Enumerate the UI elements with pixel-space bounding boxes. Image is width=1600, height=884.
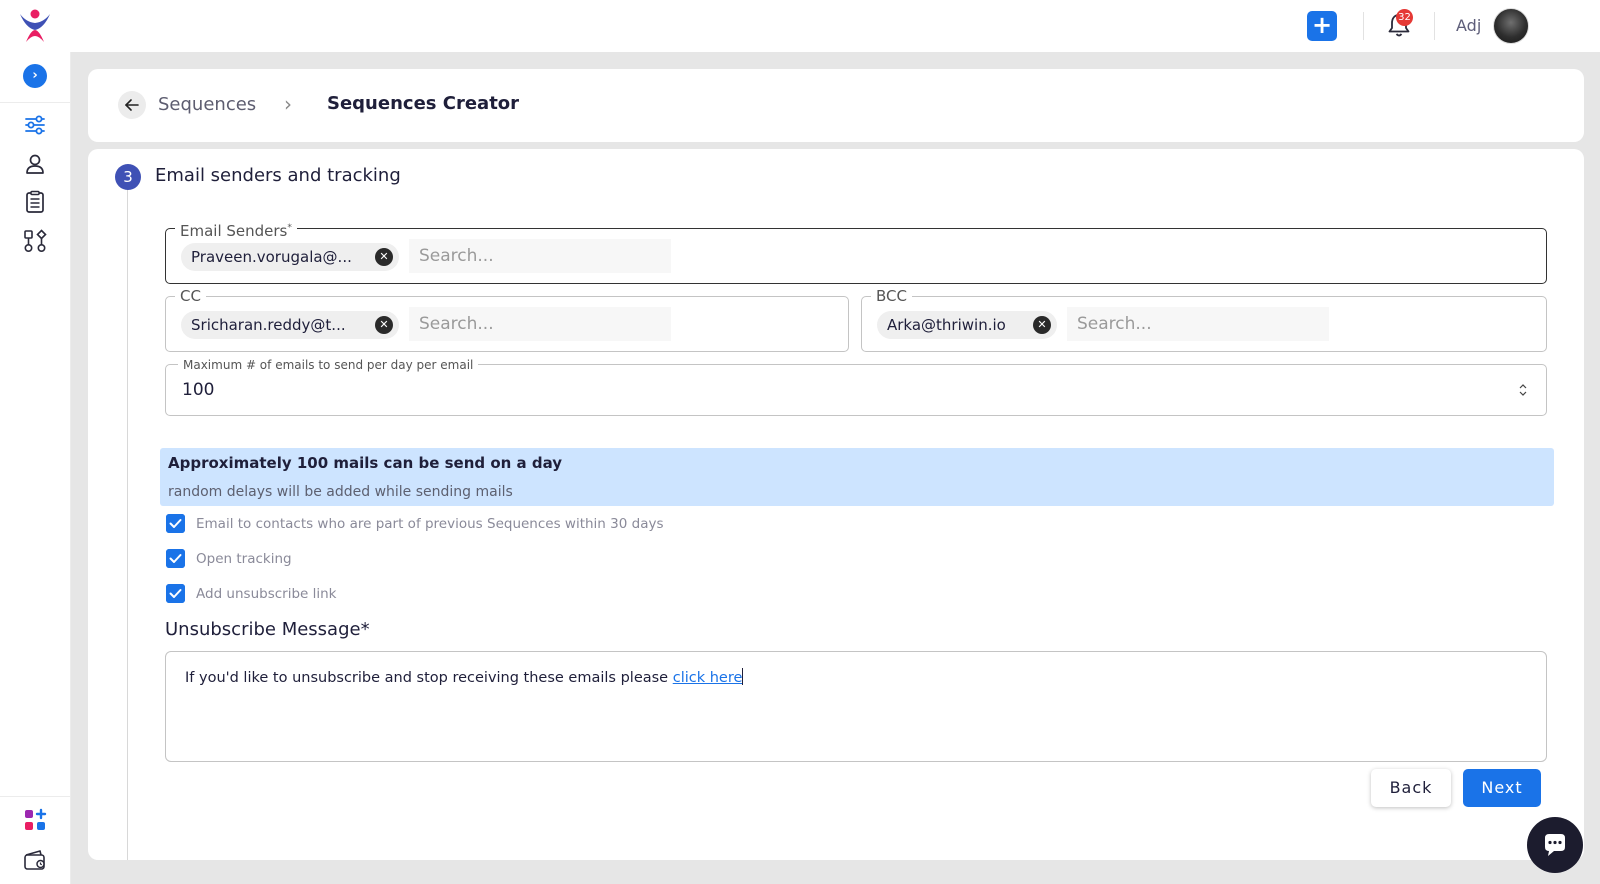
- chip-label: Praveen.vorugala@...: [191, 248, 352, 266]
- bcc-label: BCC: [871, 288, 912, 304]
- bcc-chip[interactable]: Arka@thriwin.io ✕: [877, 311, 1057, 339]
- unsubscribe-message-text: If you'd like to unsubscribe and stop re…: [185, 670, 673, 686]
- email-senders-search-input[interactable]: [409, 239, 671, 273]
- topbar-divider: [1363, 12, 1364, 40]
- sidebar: ›: [0, 52, 71, 884]
- daily-limit-info-box: Approximately 100 mails can be send on a…: [160, 448, 1554, 506]
- cc-field[interactable]: CC Sricharan.reddy@t... ✕: [165, 288, 849, 352]
- chat-widget-button[interactable]: [1527, 817, 1583, 873]
- sequence-form-card: 3 Email senders and tracking Email Sende…: [88, 149, 1584, 860]
- back-navigation-button[interactable]: [118, 91, 146, 119]
- remove-chip-icon[interactable]: ✕: [375, 316, 393, 334]
- step-title: Email senders and tracking: [155, 165, 401, 186]
- checkbox-checked-icon[interactable]: [166, 514, 185, 533]
- bcc-field[interactable]: BCC Arka@thriwin.io ✕: [861, 288, 1547, 352]
- checkbox-label: Add unsubscribe link: [196, 586, 337, 602]
- max-emails-input[interactable]: [182, 377, 1482, 403]
- topbar-divider: [1434, 12, 1435, 40]
- email-sender-chip[interactable]: Praveen.vorugala@... ✕: [181, 243, 399, 271]
- apps-icon[interactable]: [22, 807, 48, 833]
- cc-search-input[interactable]: [409, 307, 671, 341]
- checkbox-checked-icon[interactable]: [166, 549, 185, 568]
- contacts-icon[interactable]: [22, 151, 48, 177]
- max-emails-label: Maximum # of emails to send per day per …: [178, 357, 479, 373]
- max-emails-field[interactable]: Maximum # of emails to send per day per …: [165, 357, 1547, 416]
- checkbox-label: Open tracking: [196, 551, 292, 567]
- step-connector-line: [127, 189, 128, 860]
- page-title: Sequences Creator: [327, 93, 520, 114]
- next-button[interactable]: Next: [1463, 769, 1541, 807]
- sidebar-divider: [0, 796, 71, 797]
- create-button[interactable]: +: [1307, 11, 1337, 41]
- sequences-icon[interactable]: [22, 112, 48, 138]
- text-caret: [742, 668, 744, 685]
- unsubscribe-message-editor[interactable]: If you'd like to unsubscribe and stop re…: [165, 651, 1547, 762]
- chip-label: Sricharan.reddy@t...: [191, 316, 346, 334]
- cc-label: CC: [175, 288, 206, 304]
- checkbox-checked-icon[interactable]: [166, 584, 185, 603]
- bcc-search-input[interactable]: [1067, 307, 1329, 341]
- info-subtitle: random delays will be added while sendin…: [168, 484, 513, 500]
- email-senders-label: Email Senders*: [175, 220, 297, 239]
- remove-chip-icon[interactable]: ✕: [1033, 316, 1051, 334]
- tasks-icon[interactable]: [22, 189, 48, 215]
- expand-sidebar-button[interactable]: ›: [23, 64, 47, 88]
- breadcrumb: Sequences › Sequences Creator: [88, 69, 1584, 142]
- chip-label: Arka@thriwin.io: [887, 316, 1006, 334]
- wallet-icon[interactable]: [22, 847, 48, 873]
- cc-chip[interactable]: Sricharan.reddy@t... ✕: [181, 311, 399, 339]
- top-bar: + 32 Adj: [0, 0, 1600, 52]
- unsubscribe-link[interactable]: click here: [673, 670, 743, 686]
- user-avatar[interactable]: [1493, 8, 1529, 44]
- remove-chip-icon[interactable]: ✕: [375, 248, 393, 266]
- user-name[interactable]: Adj: [1456, 16, 1481, 35]
- breadcrumb-sequences-link[interactable]: Sequences: [158, 94, 256, 115]
- number-spinner-icon[interactable]: [1518, 381, 1528, 399]
- unsubscribe-message-heading: Unsubscribe Message*: [165, 619, 370, 640]
- chevron-right-icon: ›: [284, 92, 292, 116]
- chat-bubble-icon: [1545, 834, 1565, 856]
- step-number-badge: 3: [115, 164, 141, 190]
- arrow-left-icon: [125, 99, 139, 111]
- email-senders-field[interactable]: Email Senders* Praveen.vorugala@... ✕: [165, 220, 1547, 284]
- sidebar-divider: [0, 102, 71, 103]
- back-button[interactable]: Back: [1371, 769, 1451, 807]
- notification-count-badge: 32: [1396, 9, 1413, 26]
- info-title: Approximately 100 mails can be send on a…: [168, 454, 563, 472]
- thriwin-logo[interactable]: [17, 8, 53, 44]
- checkbox-label: Email to contacts who are part of previo…: [196, 516, 664, 532]
- editor-content[interactable]: If you'd like to unsubscribe and stop re…: [185, 668, 744, 686]
- workflow-icon[interactable]: [22, 228, 48, 254]
